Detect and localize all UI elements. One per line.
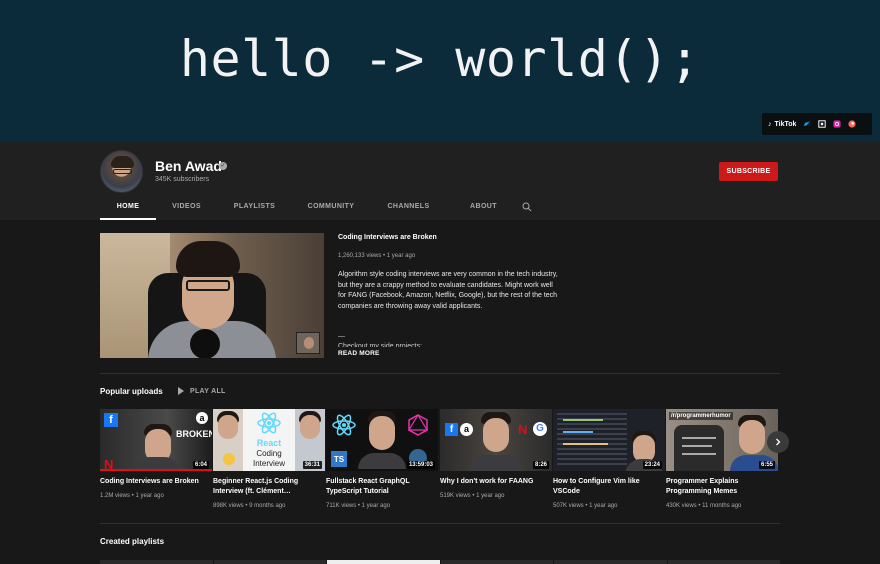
tab-videos[interactable]: VIDEOS [156,196,217,220]
thumbnail-text: BROKEN [176,429,212,439]
video-thumbnail[interactable]: f a N G 8:26 [440,409,552,471]
tab-home[interactable]: HOME [100,196,156,220]
video-card[interactable]: f a N G 8:26 Why I don't work for FAANG … [440,409,552,499]
react-logo-icon [257,412,281,434]
video-title[interactable]: Programmer Explains Programming Memes [666,477,778,497]
channel-banner: hello -> world(); ♪ TikTok [0,0,880,142]
chevron-right-icon [776,438,781,446]
verified-icon: ✓ [219,162,227,170]
play-all-label: PLAY ALL [190,387,226,395]
featured-video-meta: 1,260,133 views • 1 year ago [338,253,416,259]
subscribe-button[interactable]: SUBSCRIBE [719,162,778,181]
typescript-logo-icon: TS [331,451,347,467]
social-links-bar: ♪ TikTok [762,113,872,135]
video-card[interactable]: f N a BROKEN 6:04 Coding Interviews are … [100,409,212,499]
featured-video-title[interactable]: Coding Interviews are Broken [338,234,437,241]
created-playlists-title[interactable]: Created playlists [100,537,164,546]
video-card[interactable]: 23:24 How to Configure Vim like VSCode 5… [553,409,665,509]
video-duration: 8:26 [532,461,549,469]
video-meta: 898K views • 9 months ago [213,503,286,509]
video-meta: 711K views • 1 year ago [326,503,391,509]
playlist-thumbnails-strip [100,560,780,564]
facebook-logo-icon: f [445,423,458,436]
carousel-next-button[interactable] [767,431,789,453]
react-logo-icon [332,414,356,436]
instagram-icon[interactable] [833,120,842,128]
graphql-logo-icon [407,413,429,436]
tiktok-link[interactable]: ♪ TikTok [768,121,796,128]
tiktok-icon: ♪ [768,120,772,128]
banner-text: hello -> world(); [179,30,701,88]
video-card[interactable]: React Coding Interview 36:31 Beginner Re… [213,409,325,509]
section-divider [100,373,780,374]
video-duration: 6:55 [758,461,775,469]
featured-video-description: Algorithm style coding interviews are ve… [338,271,558,310]
video-meta: 519K views • 1 year ago [440,493,505,499]
tiktok-label: TikTok [774,120,797,128]
video-thumbnail[interactable]: TS 13:59:03 [326,409,438,471]
featured-video-thumbnail[interactable] [100,233,324,358]
tab-playlists[interactable]: PLAYLISTS [217,196,292,220]
video-duration: 6:04 [192,461,209,469]
video-meta: 1.2M views • 1 year ago [100,493,164,499]
search-icon[interactable] [522,202,532,212]
video-meta: 507K views • 1 year ago [553,503,618,509]
featured-description-dash: — [338,333,345,340]
video-card[interactable]: TS 13:59:03 Fullstack React GraphQL Type… [326,409,438,509]
video-title[interactable]: Why I don't work for FAANG [440,477,552,487]
emoji-icon [223,453,235,465]
thumbnail-text: /r/programmerhumor [669,412,733,420]
featured-description-more: Checkout my side projects: [338,343,423,347]
netflix-logo-icon: N [518,422,528,437]
video-title[interactable]: Fullstack React GraphQL TypeScript Tutor… [326,477,438,497]
tab-community[interactable]: COMMUNITY [292,196,370,220]
facebook-logo-icon: f [104,413,118,427]
video-title[interactable]: Coding Interviews are Broken [100,477,212,487]
video-duration: 23:24 [642,461,662,469]
video-thumbnail[interactable]: /r/programmerhumor 6:55 [666,409,778,471]
play-icon [178,387,184,395]
popular-uploads-title[interactable]: Popular uploads [100,387,163,396]
patreon-icon[interactable] [848,120,857,128]
video-card[interactable]: /r/programmerhumor 6:55 Programmer Expla… [666,409,778,509]
tab-channels[interactable]: CHANNELS [370,196,447,220]
tab-about[interactable]: ABOUT [447,196,520,220]
video-thumbnail[interactable]: 23:24 [553,409,665,471]
channel-name[interactable]: Ben Awad [155,158,222,174]
google-logo-icon: G [533,422,547,436]
video-meta: 430K views • 11 months ago [666,503,742,509]
avatar[interactable] [100,150,143,193]
channel-tabs: HOME VIDEOS PLAYLISTS COMMUNITY CHANNELS… [100,196,520,220]
twitter-icon[interactable] [803,120,811,128]
amazon-logo-icon: a [460,423,473,436]
play-all-button[interactable]: PLAY ALL [178,387,226,395]
subscriber-count: 345K subscribers [155,176,210,183]
video-title[interactable]: How to Configure Vim like VSCode [553,477,665,497]
read-more-button[interactable]: READ MORE [338,350,380,357]
camera-icon[interactable] [818,120,827,128]
video-thumbnail[interactable]: f N a BROKEN 6:04 [100,409,212,471]
thumbnail-text: React [256,438,282,448]
video-thumbnail[interactable]: React Coding Interview 36:31 [213,409,325,471]
video-title[interactable]: Beginner React.js Coding Interview (ft. … [213,477,325,497]
video-duration: 13:59:03 [406,461,435,469]
video-duration: 36:31 [302,461,322,469]
amazon-logo-icon: a [196,412,208,424]
section-divider [100,523,780,524]
